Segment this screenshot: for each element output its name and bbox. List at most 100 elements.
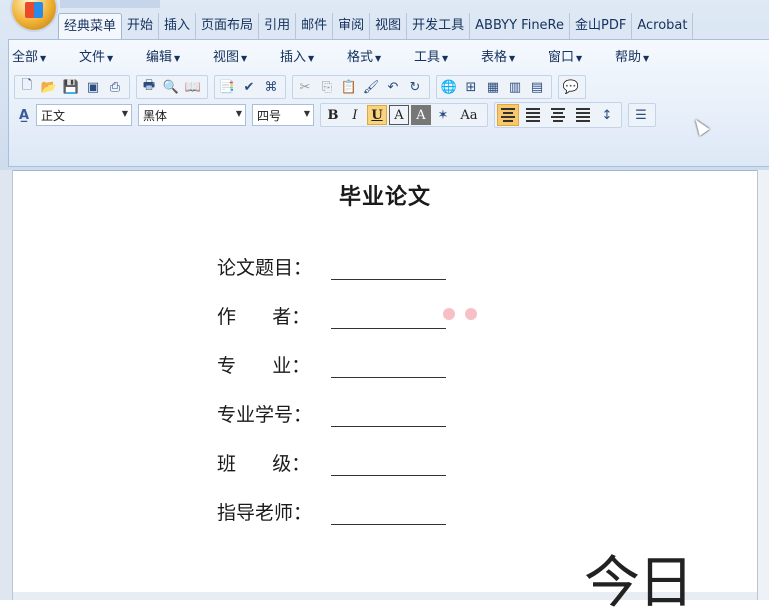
translate-icon[interactable]: ⌘ bbox=[261, 77, 281, 97]
menu-tools[interactable]: 工具 ▼ bbox=[414, 48, 481, 68]
insert-table-icon[interactable]: ▦ bbox=[483, 77, 503, 97]
tab-mailings[interactable]: 邮件 bbox=[296, 13, 334, 39]
justify-button[interactable] bbox=[572, 104, 594, 126]
comment-icon[interactable]: 💬 bbox=[561, 77, 581, 97]
font-size-combo[interactable]: 四号 ▼ bbox=[252, 104, 314, 126]
hyperlink-icon[interactable]: 🌐 bbox=[439, 77, 459, 97]
office-logo-icon bbox=[25, 2, 43, 18]
field-author: 作 者： bbox=[217, 302, 446, 329]
font-combo-value: 黑体 bbox=[143, 108, 168, 123]
classic-menu-bar: 全部 ▼ 文件 ▼ 编辑 ▼ 视图 ▼ 插入 ▼ 格式 ▼ 工具 ▼ 表格 ▼ 窗口 ▼ 帮助 ▼ bbox=[12, 48, 682, 68]
font-combo[interactable]: 黑体 ▼ bbox=[138, 104, 246, 126]
undo-icon[interactable]: ↶ bbox=[383, 77, 403, 97]
drawing-icon[interactable]: ▤ bbox=[527, 77, 547, 97]
field-class: 班 级： bbox=[217, 449, 446, 476]
field-label: 作 者： bbox=[217, 306, 311, 328]
tab-insert[interactable]: 插入 bbox=[159, 13, 197, 39]
vertical-scrollbar[interactable] bbox=[757, 170, 769, 600]
field-student-id: 专业学号： bbox=[217, 400, 446, 427]
menu-table[interactable]: 表格 ▼ bbox=[481, 48, 548, 68]
fill-in-line[interactable] bbox=[331, 406, 446, 427]
fill-in-line[interactable] bbox=[331, 308, 446, 329]
style-combo-value: 正文 bbox=[41, 108, 66, 123]
tab-review[interactable]: 审阅 bbox=[333, 13, 371, 39]
menu-help[interactable]: 帮助 ▼ bbox=[615, 48, 682, 68]
change-case-button[interactable]: Aa bbox=[455, 105, 483, 125]
menu-label: 表格 bbox=[481, 50, 508, 65]
save-icon[interactable]: 💾 bbox=[61, 77, 81, 97]
read-mode-icon[interactable]: 📖 bbox=[183, 77, 203, 97]
permission-icon[interactable]: ▣ bbox=[83, 77, 103, 97]
menu-edit[interactable]: 编辑 ▼ bbox=[146, 48, 213, 68]
fill-in-line[interactable] bbox=[331, 357, 446, 378]
menu-label: 工具 bbox=[414, 50, 441, 65]
tab-home[interactable]: 开始 bbox=[122, 13, 160, 39]
paste-icon[interactable]: 📋 bbox=[339, 77, 359, 97]
extra-group: 💬 bbox=[558, 75, 586, 99]
menu-label: 窗口 bbox=[548, 50, 575, 65]
formatting-toolbar: A̲ 正文 ▼ 黑体 ▼ 四号 ▼ B I U A A ✶ Aa ↕ ☰ bbox=[14, 102, 662, 128]
redo-icon[interactable]: ↻ bbox=[405, 77, 425, 97]
text-effects-icon[interactable]: ✶ bbox=[433, 105, 453, 125]
chevron-down-icon: ▼ bbox=[121, 109, 128, 118]
character-shading-button[interactable]: A bbox=[411, 105, 431, 125]
tab-acrobat[interactable]: Acrobat bbox=[632, 13, 694, 39]
style-combo[interactable]: 正文 ▼ bbox=[36, 104, 132, 126]
format-painter-icon[interactable]: 🖌 bbox=[361, 77, 381, 97]
italic-button[interactable]: I bbox=[345, 105, 365, 125]
menu-insert[interactable]: 插入 ▼ bbox=[280, 48, 347, 68]
menu-all[interactable]: 全部 ▼ bbox=[12, 48, 79, 68]
align-left-button[interactable] bbox=[497, 104, 519, 126]
ribbon-tabs: 经典菜单 开始 插入 页面布局 引用 邮件 审阅 视图 开发工具 ABBYY F… bbox=[58, 13, 694, 40]
columns-icon[interactable]: ▥ bbox=[505, 77, 525, 97]
dot bbox=[465, 308, 477, 320]
chevron-down-icon: ▼ bbox=[235, 109, 242, 118]
line-spacing-icon[interactable]: ↕ bbox=[597, 105, 617, 125]
print-group: 🖶 🔍 📖 bbox=[136, 75, 208, 99]
menu-format[interactable]: 格式 ▼ bbox=[347, 48, 414, 68]
spelling-icon[interactable]: ✔ bbox=[239, 77, 259, 97]
standard-toolbar: 🗋 📂 💾 ▣ ⎙ 🖶 🔍 📖 📑 ✔ ⌘ ✂ ⎘ 📋 🖌 ↶ ↻ 🌐 ⊞ ▦ … bbox=[14, 75, 592, 99]
quick-access-toolbar[interactable] bbox=[60, 0, 160, 8]
print-icon[interactable]: 🖶 bbox=[139, 77, 159, 97]
click-indicator-dots bbox=[443, 308, 477, 320]
field-thesis-title: 论文题目： bbox=[217, 253, 446, 280]
underline-button[interactable]: U bbox=[367, 105, 387, 125]
open-folder-icon[interactable]: 📂 bbox=[39, 77, 59, 97]
menu-label: 帮助 bbox=[615, 50, 642, 65]
fill-in-line[interactable] bbox=[331, 504, 446, 525]
field-label: 专 业： bbox=[217, 355, 311, 377]
fill-in-line[interactable] bbox=[331, 455, 446, 476]
fill-in-line[interactable] bbox=[331, 259, 446, 280]
menu-view[interactable]: 视图 ▼ bbox=[213, 48, 280, 68]
cut-icon[interactable]: ✂ bbox=[295, 77, 315, 97]
styles-icon[interactable]: A̲ bbox=[14, 105, 34, 125]
document-page[interactable]: 毕业论文 论文题目： 作 者： 专 业： 专业学号： 班 级： 指导老师： bbox=[13, 171, 757, 600]
field-label: 论文题目： bbox=[217, 257, 313, 279]
tab-view[interactable]: 视图 bbox=[370, 13, 408, 39]
tab-developer[interactable]: 开发工具 bbox=[407, 13, 471, 39]
pdf-export-icon[interactable]: ⎙ bbox=[105, 77, 125, 97]
align-center-button[interactable] bbox=[522, 104, 544, 126]
field-major: 专 业： bbox=[217, 351, 446, 378]
menu-window[interactable]: 窗口 ▼ bbox=[548, 48, 615, 68]
tab-references[interactable]: 引用 bbox=[259, 13, 297, 39]
borders-icon[interactable]: ⊞ bbox=[461, 77, 481, 97]
bold-button[interactable]: B bbox=[323, 105, 343, 125]
numbering-icon[interactable]: ☰ bbox=[631, 105, 651, 125]
field-advisor: 指导老师： bbox=[217, 498, 446, 525]
print-preview-icon[interactable]: 🔍 bbox=[161, 77, 181, 97]
tab-page-layout[interactable]: 页面布局 bbox=[196, 13, 260, 39]
research-icon[interactable]: 📑 bbox=[217, 77, 237, 97]
document-title: 毕业论文 bbox=[338, 185, 431, 210]
new-document-icon[interactable]: 🗋 bbox=[17, 77, 37, 97]
copy-icon[interactable]: ⎘ bbox=[317, 77, 337, 97]
tab-abbyy[interactable]: ABBYY FineRe bbox=[470, 13, 571, 39]
character-border-button[interactable]: A bbox=[389, 105, 409, 125]
tab-classic-menu[interactable]: 经典菜单 bbox=[58, 13, 123, 40]
office-button[interactable] bbox=[12, 0, 56, 30]
align-right-button[interactable] bbox=[547, 104, 569, 126]
tab-kingsoft-pdf[interactable]: 金山PDF bbox=[570, 13, 633, 39]
menu-file[interactable]: 文件 ▼ bbox=[79, 48, 146, 68]
field-label: 班 级： bbox=[217, 453, 311, 475]
